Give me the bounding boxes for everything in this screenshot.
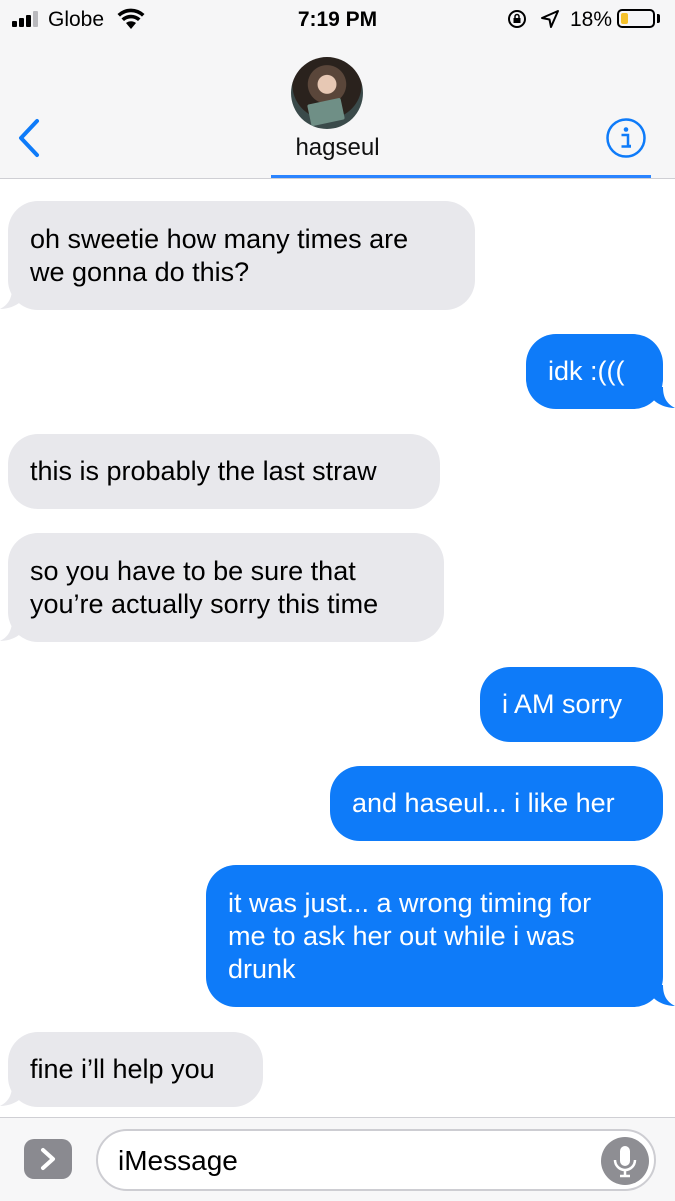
navigation-header: Globe 7:19 PM 18% hagseul: [0, 0, 675, 179]
message-text: oh sweetie how many times are we gonna d…: [30, 223, 409, 287]
bubble-tail: [0, 288, 24, 309]
sent-message[interactable]: it was just... a wrong timing for me to …: [206, 865, 663, 1007]
microphone-button[interactable]: [601, 1137, 649, 1185]
chevron-right-icon: [41, 1148, 55, 1170]
received-message[interactable]: this is probably the last straw: [8, 434, 440, 509]
received-message[interactable]: fine i’ll help you: [8, 1032, 263, 1107]
message-text: so you have to be sure that you’re actua…: [30, 555, 379, 619]
sent-message[interactable]: idk :(((: [526, 334, 663, 409]
bubble-tail: [651, 985, 675, 1006]
received-message[interactable]: oh sweetie how many times are we gonna d…: [8, 201, 475, 310]
battery-percent: 18%: [570, 8, 613, 31]
bubble-tail: [0, 1085, 24, 1106]
send-progress-bar: [271, 175, 651, 178]
status-bar: Globe 7:19 PM 18%: [0, 0, 675, 40]
message-text: and haseul... i like her: [352, 788, 615, 818]
info-icon[interactable]: [605, 117, 647, 159]
message-text: it was just... a wrong timing for me to …: [228, 887, 592, 984]
battery-tip: [657, 14, 660, 23]
message-input-placeholder: iMessage: [118, 1145, 238, 1176]
received-message[interactable]: so you have to be sure that you’re actua…: [8, 533, 444, 642]
message-text: i AM sorry: [502, 689, 623, 719]
contact-avatar[interactable]: [291, 57, 363, 129]
message-text: fine i’ll help you: [30, 1054, 215, 1084]
message-text: this is probably the last straw: [30, 456, 377, 486]
apps-button[interactable]: [24, 1139, 72, 1179]
sent-message[interactable]: and haseul... i like her: [330, 766, 663, 841]
message-input-bar: iMessage: [0, 1117, 675, 1201]
message-input[interactable]: iMessage: [96, 1129, 656, 1191]
microphone-icon: [613, 1146, 637, 1178]
bubble-tail: [0, 620, 24, 641]
sent-message[interactable]: i AM sorry: [480, 667, 663, 742]
battery-icon: [617, 9, 655, 28]
avatar-photo-detail: [307, 97, 345, 127]
message-text: idk :(((: [548, 356, 625, 386]
rotation-lock-icon: [508, 10, 526, 28]
location-arrow-icon: [541, 10, 559, 28]
bubble-tail: [651, 387, 675, 408]
contact-name[interactable]: hagseul: [0, 134, 675, 162]
